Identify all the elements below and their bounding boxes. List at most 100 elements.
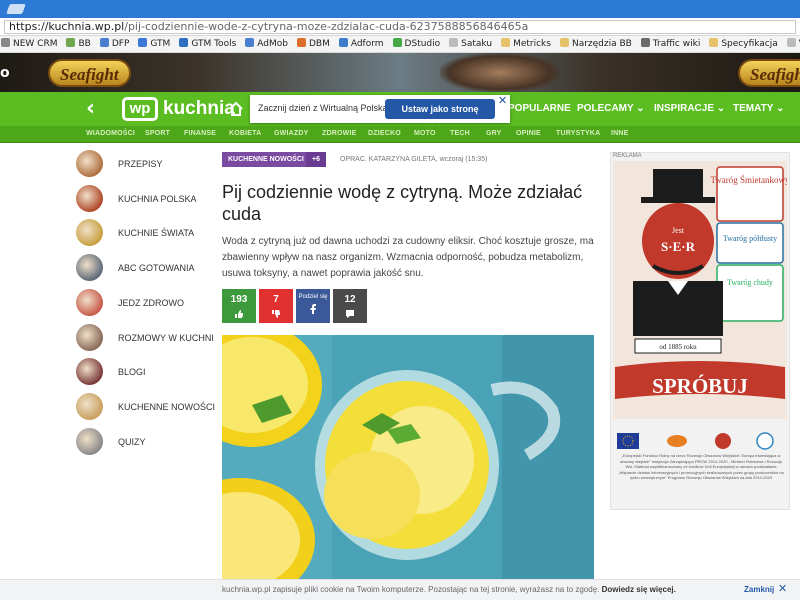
url-host: https://kuchnia.wp.pl <box>9 20 125 33</box>
bookmark-item[interactable]: Vstitial <box>786 36 800 52</box>
cookie-close-button[interactable]: Zamknij <box>744 585 774 594</box>
homepage-popup: Zacznij dzień z Wirtualną Polską Ustaw j… <box>250 95 510 134</box>
bookmark-item[interactable]: Metricks <box>500 36 551 52</box>
bookmark-label: Sataku <box>461 39 493 49</box>
sidebar-item[interactable]: ROZMOWY W KUCHNI <box>76 323 216 354</box>
g-icon <box>99 38 109 47</box>
subnav-item[interactable]: DZIECKO <box>368 130 401 137</box>
bookmark-item[interactable]: Narzędzia BB <box>559 36 632 52</box>
article-lead: Woda z cytryną już od dawna uchodzi za c… <box>222 236 594 279</box>
subnav-item[interactable]: WIADOMOŚCI <box>86 130 135 137</box>
close-icon[interactable]: ✕ <box>498 95 508 106</box>
studio-icon <box>392 38 402 47</box>
sidebar-item-label: KUCHNIA POLSKA <box>118 193 197 204</box>
thumbs-up-icon <box>235 310 243 318</box>
folder-icon <box>559 38 569 47</box>
folder-icon <box>709 38 719 47</box>
subnav-item[interactable]: KOBIETA <box>229 130 261 137</box>
bookmark-item[interactable]: GTM Tools <box>178 36 236 52</box>
sidebar-item[interactable]: KUCHNIE ŚWIATA <box>76 219 216 249</box>
bookmark-item[interactable]: AdMob <box>244 36 288 52</box>
sidebar-item[interactable]: KUCHNIA POLSKA <box>76 184 216 215</box>
bookmark-item[interactable]: DBM <box>296 36 330 52</box>
article-meta: OPRAC. KATARZYNA GILETA, wczoraj (15:35) <box>340 156 488 163</box>
comments-button[interactable]: 12 <box>333 289 367 323</box>
nav-item-inspiracje[interactable]: INSPIRACJE ⌄ <box>654 103 725 114</box>
article-tag[interactable]: KUCHENNE NOWOŚCI <box>222 152 310 167</box>
bookmark-item[interactable]: Specyfikacja <box>708 36 778 52</box>
bookmark-label: Adform <box>350 39 384 49</box>
sidebar-item-thumbnail <box>76 358 103 386</box>
bookmark-item[interactable]: Traffic wiki <box>640 36 700 52</box>
ad-since: od 1885 roku <box>659 343 697 351</box>
top-ad-banner[interactable]: o Seafight Seafight <box>0 53 800 92</box>
bookmark-item[interactable]: DStudio <box>392 36 440 52</box>
back-arrow-icon[interactable]: ‹ <box>86 98 106 120</box>
subnav-item[interactable]: SPORT <box>145 130 170 137</box>
bookmark-item[interactable]: BB <box>65 36 91 52</box>
subnav-item[interactable]: INNE <box>611 130 629 137</box>
comment-icon <box>346 310 354 318</box>
banner-logo-left: Seafight <box>48 59 131 87</box>
nav-item-label: INSPIRACJE <box>654 103 715 114</box>
close-icon[interactable]: ✕ <box>778 583 787 595</box>
browser-address-bar[interactable]: https://kuchnia.wp.pl/pij-codziennie-wod… <box>0 18 800 36</box>
subnav-item[interactable]: FINANSE <box>184 130 216 137</box>
bookmark-item[interactable]: DFP <box>99 36 129 52</box>
ad-fine-print: „Europejski Fundusz Rolny na rzecz Rozwo… <box>618 453 784 480</box>
bookmark-label: Narzędzia BB <box>571 39 632 49</box>
bookmark-label: AdMob <box>257 39 288 49</box>
bookmark-item[interactable]: Adform <box>338 36 384 52</box>
url-field[interactable]: https://kuchnia.wp.pl/pij-codziennie-wod… <box>4 20 796 34</box>
page-title: Pij codziennie wodę z cytryną. Może zdzi… <box>222 182 583 224</box>
dislike-button[interactable]: 7 <box>259 289 293 323</box>
article-hero-image[interactable] <box>222 335 594 580</box>
nav-item-popularne[interactable]: POPULARNE <box>508 103 571 114</box>
sidebar-item-thumbnail <box>76 219 103 247</box>
sidebar-item-thumbnail <box>76 427 103 455</box>
ad-brand-mid: Twaróg półtłusty <box>723 234 777 243</box>
bookmark-label: DBM <box>308 39 330 49</box>
share-button[interactable]: Podziel się <box>296 289 330 323</box>
subnav-item[interactable]: MOTO <box>414 130 436 137</box>
ad-label: REKLAMA <box>613 153 642 159</box>
nav-item-tematy[interactable]: TEMATY ⌄ <box>733 103 784 114</box>
site-name[interactable]: kuchnia <box>163 99 235 119</box>
comments-count: 12 <box>344 294 356 305</box>
nav-item-polecamy[interactable]: POLECAMY ⌄ <box>577 103 645 114</box>
bookmark-item[interactable]: NEW CRM <box>0 36 57 52</box>
subnav-item[interactable]: ZDROWIE <box>322 130 356 137</box>
circle-icon <box>338 38 348 47</box>
subnav-item[interactable]: TURYSTYKA <box>556 130 600 137</box>
sidebar-item[interactable]: KUCHENNE NOWOŚCI <box>76 392 216 423</box>
sidebar-item-label: BLOGI <box>118 367 146 378</box>
subnav-item[interactable]: OPINIE <box>516 130 541 137</box>
sidebar-item-label: ABC GOTOWANIA <box>118 263 195 274</box>
sidebar-ad[interactable]: REKLAMA Twaróg Śmietankowy Twaróg półtłu… <box>610 152 790 510</box>
browser-tab[interactable] <box>6 4 26 14</box>
sidebar-item[interactable]: ABC GOTOWANIA <box>76 254 216 284</box>
subnav-item[interactable]: TECH <box>450 130 470 137</box>
bookmark-item[interactable]: GTM <box>137 36 170 52</box>
sidebar-item[interactable]: BLOGI <box>76 358 216 388</box>
chevron-down-icon: ⌄ <box>636 103 645 114</box>
sidebar-item-thumbnail <box>76 392 103 420</box>
sidebar-item[interactable]: PRZEPISY <box>76 150 216 180</box>
bookmark-label: BB <box>78 39 91 49</box>
wiki-icon <box>640 38 650 47</box>
bookmark-item[interactable]: Sataku <box>448 36 492 52</box>
subnav-item[interactable]: GWIAZDY <box>274 130 308 137</box>
set-homepage-button[interactable]: Ustaw jako stronę startową <box>385 99 495 134</box>
sidebar-item[interactable]: QUIZY <box>76 427 216 458</box>
home-icon[interactable] <box>228 101 244 117</box>
cookie-learn-more-link[interactable]: Dowiedz się więcej. <box>602 585 676 594</box>
subnav-item[interactable]: GRY <box>486 130 502 137</box>
sidebar-item-label: JEDZ ZDROWO <box>118 297 184 308</box>
sidebar-item[interactable]: JEDZ ZDROWO <box>76 288 216 319</box>
folder-icon <box>501 38 511 47</box>
like-button[interactable]: 193 <box>222 289 256 323</box>
sidebar-item-label: KUCHENNE NOWOŚCI <box>118 401 216 412</box>
article-tag-more[interactable]: +6 <box>306 152 326 167</box>
wp-logo[interactable]: wp <box>122 97 158 121</box>
page-icon <box>449 38 459 47</box>
